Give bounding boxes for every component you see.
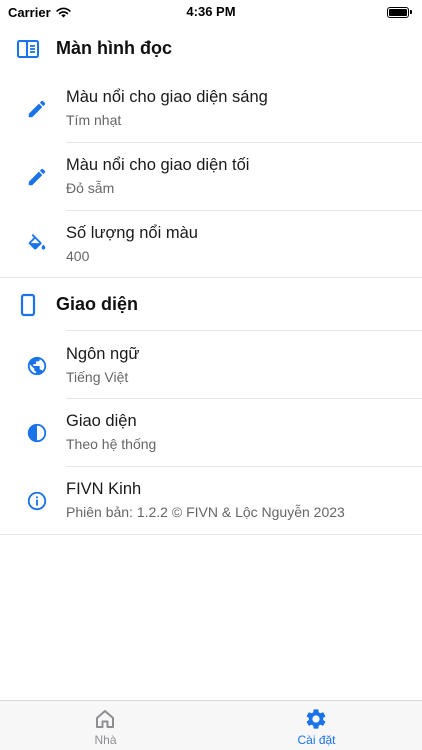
item-title: Màu nổi cho giao diện tối	[66, 156, 250, 174]
item-title: Số lượng nổi màu	[66, 224, 198, 242]
tab-bar: Nhà Cài đặt	[0, 700, 422, 750]
paint-bucket-icon	[28, 234, 46, 250]
pencil-icon	[28, 168, 46, 186]
list-item-light-accent[interactable]: Màu nổi cho giao diện sáng Tím nhạt	[0, 74, 422, 142]
section-title: Giao diện	[56, 293, 139, 314]
info-icon	[27, 491, 47, 511]
section-header-reader: Màn hình đọc	[0, 22, 422, 74]
tab-label: Cài đặt	[297, 733, 336, 747]
list-item-about[interactable]: FIVN Kinh Phiên bản: 1.2.2 © FIVN & Lộc …	[0, 466, 422, 534]
list-item-highlight-count[interactable]: Số lượng nổi màu 400	[0, 210, 422, 278]
item-subtitle: Đỏ sẫm	[66, 180, 115, 196]
home-icon	[96, 710, 114, 728]
list-item-theme[interactable]: Giao diện Theo hệ thống	[0, 398, 422, 466]
list-item-dark-accent[interactable]: Màu nổi cho giao diện tối Đỏ sẫm	[0, 142, 422, 210]
tab-label: Nhà	[94, 733, 117, 747]
battery-icon	[387, 6, 409, 18]
contrast-icon	[27, 423, 47, 443]
tab-home[interactable]: Nhà	[0, 701, 211, 750]
item-title: Màu nổi cho giao diện sáng	[66, 88, 268, 106]
phone-icon	[20, 293, 36, 317]
section-header-appearance: Giao diện	[0, 278, 422, 330]
item-subtitle: Tím nhạt	[66, 112, 122, 128]
item-title: Giao diện	[66, 412, 137, 430]
item-subtitle: Tiếng Việt	[66, 369, 129, 385]
tab-settings[interactable]: Cài đặt	[211, 701, 422, 750]
pencil-icon	[28, 100, 46, 118]
item-subtitle: 400	[66, 248, 90, 264]
item-subtitle: Phiên bản: 1.2.2 © FIVN & Lộc Nguyễn 202…	[66, 504, 345, 520]
section-title: Màn hình đọc	[56, 37, 172, 58]
list-item-language[interactable]: Ngôn ngữ Tiếng Việt	[0, 331, 422, 399]
status-bar: Carrier 4:36 PM	[0, 0, 422, 24]
reader-icon	[17, 40, 39, 58]
section-divider	[0, 534, 422, 535]
status-time: 4:36 PM	[186, 4, 236, 19]
item-title: FIVN Kinh	[66, 480, 142, 498]
item-title: Ngôn ngữ	[66, 345, 140, 363]
item-subtitle: Theo hệ thống	[66, 436, 157, 452]
gear-icon	[306, 709, 326, 729]
globe-icon	[27, 356, 47, 376]
